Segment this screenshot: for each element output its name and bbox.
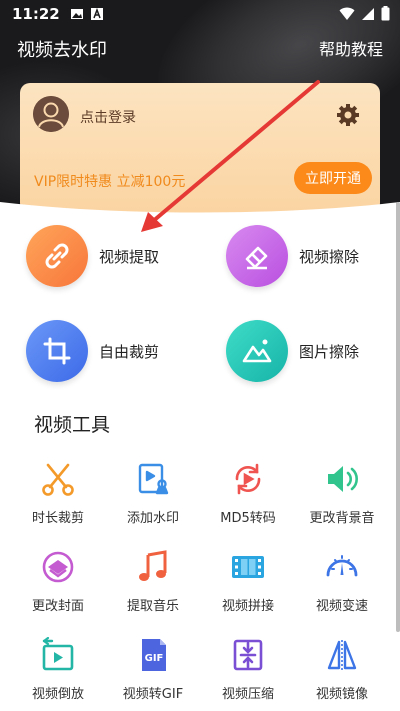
- login-prompt[interactable]: 点击登录: [80, 107, 136, 127]
- svg-text:GIF: GIF: [145, 653, 164, 664]
- tool-duration-trim[interactable]: 时长裁剪: [8, 461, 108, 526]
- tool-label: 添加水印: [126, 511, 179, 526]
- tool-md5-convert[interactable]: MD5转码: [198, 461, 298, 526]
- status-time: 11:22: [12, 5, 60, 23]
- speaker-icon: [328, 466, 358, 492]
- gallery-icon: [70, 7, 84, 21]
- status-right: [339, 6, 390, 25]
- tool-video-to-gif[interactable]: GIF 视频转GIF: [103, 637, 203, 702]
- tool-change-cover[interactable]: 更改封面: [8, 549, 108, 614]
- tool-label: MD5转码: [220, 511, 276, 526]
- tool-label: 视频镜像: [315, 687, 368, 702]
- tool-video-compress[interactable]: 视频压缩: [198, 637, 298, 702]
- tool-video-splice[interactable]: 视频拼接: [198, 549, 298, 614]
- tool-add-watermark[interactable]: 添加水印: [103, 461, 203, 526]
- tool-label: 视频压缩: [221, 687, 274, 702]
- open-vip-button[interactable]: 立即开通: [294, 162, 372, 194]
- app-screen: 11:22 视频去水印 帮助教程 点击登录 VIP限时特惠 立减100元 立即开…: [0, 0, 400, 711]
- feature-label: 自由裁剪: [99, 342, 160, 361]
- status-bar: 11:22: [0, 0, 400, 28]
- avatar[interactable]: [33, 96, 69, 132]
- gif-icon: GIF: [142, 639, 166, 671]
- vip-promo-text: VIP限时特惠 立减100元: [34, 174, 186, 190]
- feature-video-erase[interactable]: 视频擦除: [226, 225, 359, 287]
- scissors-icon: [42, 463, 74, 496]
- music-note-icon: [139, 550, 167, 581]
- scrollbar[interactable]: [396, 202, 400, 632]
- film-strip-icon: [232, 556, 264, 578]
- crop-icon: [26, 320, 88, 382]
- tool-label: 视频转GIF: [122, 687, 184, 702]
- eraser-icon: [226, 225, 288, 287]
- help-tutorial-link[interactable]: 帮助教程: [319, 36, 383, 60]
- tools-section-title: 视频工具: [34, 414, 111, 436]
- feature-label: 视频提取: [99, 247, 160, 266]
- compress-icon: [233, 639, 263, 671]
- tool-label: 视频拼接: [221, 599, 274, 614]
- feature-label: 图片擦除: [299, 342, 360, 361]
- reverse-play-icon: [42, 637, 74, 671]
- add-watermark-icon: [138, 463, 169, 495]
- wifi-icon: [339, 6, 355, 25]
- battery-icon: [381, 6, 390, 25]
- gear-icon[interactable]: [336, 103, 360, 127]
- tool-label: 更改背景音: [309, 511, 375, 526]
- member-card[interactable]: 点击登录 VIP限时特惠 立减100元 立即开通: [20, 83, 380, 213]
- tool-label: 时长裁剪: [31, 511, 84, 526]
- tool-video-reverse[interactable]: 视频倒放: [8, 637, 108, 702]
- tool-label: 视频倒放: [31, 687, 84, 702]
- image-icon: [226, 320, 288, 382]
- md5-convert-icon: [235, 463, 261, 495]
- tool-label: 提取音乐: [126, 599, 179, 614]
- signal-icon: [361, 6, 375, 25]
- cover-icon: [42, 551, 74, 583]
- feature-label: 视频擦除: [299, 247, 360, 266]
- tool-change-bg-music[interactable]: 更改背景音: [292, 461, 392, 526]
- tool-video-mirror[interactable]: 视频镜像: [292, 637, 392, 702]
- app-title: 视频去水印: [17, 40, 107, 61]
- tool-label: 视频变速: [315, 599, 368, 614]
- tool-video-speed[interactable]: 视频变速: [292, 549, 392, 614]
- feature-image-erase[interactable]: 图片擦除: [226, 320, 359, 382]
- feature-free-crop[interactable]: 自由裁剪: [26, 320, 159, 382]
- feature-video-extract[interactable]: 视频提取: [26, 225, 159, 287]
- notification-a-icon: [90, 7, 104, 21]
- speedometer-icon: [326, 555, 358, 577]
- link-icon: [26, 225, 88, 287]
- tool-extract-music[interactable]: 提取音乐: [103, 549, 203, 614]
- tool-label: 更改封面: [31, 599, 84, 614]
- mirror-icon: [327, 640, 357, 670]
